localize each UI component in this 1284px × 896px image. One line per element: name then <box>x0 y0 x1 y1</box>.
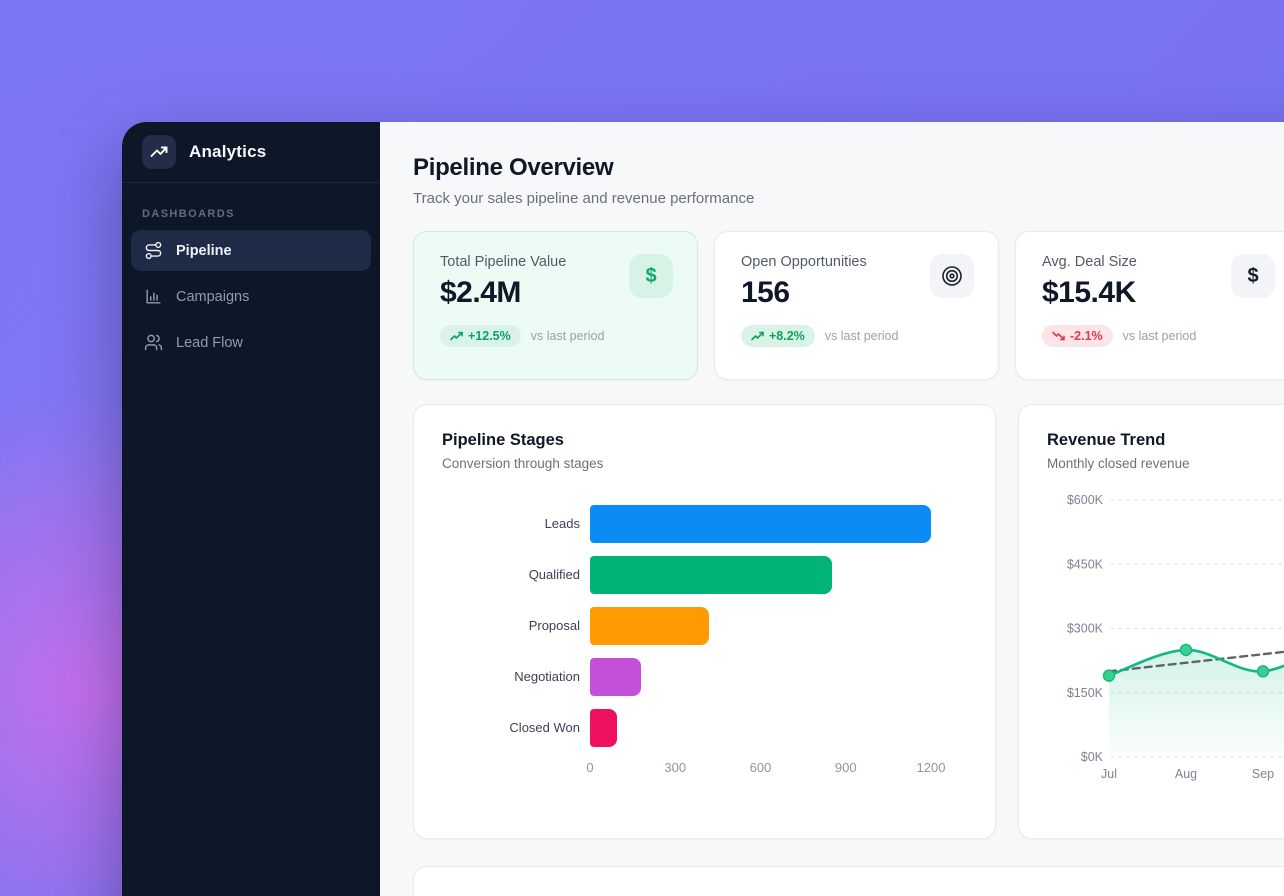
sidebar-logo-row: Analytics <box>122 122 380 183</box>
sidebar-item-lead-flow[interactable]: Lead Flow <box>131 322 371 363</box>
revenue-trend-card: Revenue Trend Monthly closed revenue $60… <box>1018 404 1284 839</box>
x-tick-label: Sep <box>1252 767 1274 781</box>
bar-track <box>590 505 935 543</box>
target-icon <box>930 254 974 298</box>
bar-row: Proposal <box>442 607 967 645</box>
data-point-aug[interactable] <box>1181 644 1192 655</box>
y-tick-label: $450K <box>1067 557 1104 571</box>
bar-proposal[interactable] <box>590 607 709 645</box>
chart-subtitle: Conversion through stages <box>442 456 967 471</box>
y-tick-label: $600K <box>1067 493 1104 507</box>
sidebar-item-label: Pipeline <box>176 243 232 259</box>
sidebar-item-label: Campaigns <box>176 289 249 305</box>
app-title: Analytics <box>189 142 266 162</box>
sidebar-item-campaigns[interactable]: Campaigns <box>131 276 371 317</box>
trending-up-icon <box>450 331 463 341</box>
sidebar-nav: Pipeline Campaigns Lead Flow <box>122 230 380 368</box>
y-tick-label: $300K <box>1067 622 1104 636</box>
bar-track <box>590 607 935 645</box>
bar-track <box>590 556 935 594</box>
page-title: Pipeline Overview <box>413 154 1284 182</box>
dollar-icon: $ <box>1231 254 1275 298</box>
charts-row: Pipeline Stages Conversion through stage… <box>413 404 1284 839</box>
bottom-card-partial <box>413 866 1284 896</box>
x-tick-label: 1200 <box>917 760 946 775</box>
page-subtitle: Track your sales pipeline and revenue pe… <box>413 190 1284 207</box>
bar-category-label: Negotiation <box>442 669 590 686</box>
trending-down-icon <box>1052 331 1065 341</box>
bar-row: Qualified <box>442 556 967 594</box>
bar-negotiation[interactable] <box>590 658 641 696</box>
trending-up-icon <box>150 143 168 161</box>
pipeline-stages-bar-chart: Leads Qualified Proposal Negotiation Closed … <box>442 505 967 778</box>
chart-title: Revenue Trend <box>1047 431 1284 450</box>
y-tick-label: $0K <box>1081 750 1104 764</box>
analytics-logo <box>142 135 176 169</box>
x-tick-label: Jul <box>1101 767 1117 781</box>
bar-track <box>590 658 935 696</box>
sidebar-item-pipeline[interactable]: Pipeline <box>131 230 371 271</box>
kpi-card-avg-deal-size: Avg. Deal Size $15.4K $ -2.1% vs last pe… <box>1015 231 1284 380</box>
bar-row: Closed Won <box>442 709 967 747</box>
chart-subtitle: Monthly closed revenue <box>1047 456 1284 471</box>
sidebar-section-label: DASHBOARDS <box>142 208 360 220</box>
trending-up-icon <box>751 331 764 341</box>
kpi-card-open-opportunities: Open Opportunities 156 +8.2% vs last per… <box>714 231 999 380</box>
change-badge: +12.5% <box>440 325 521 347</box>
kpi-row: Total Pipeline Value $2.4M $ +12.5% vs l… <box>413 231 1284 380</box>
kpi-card-total-pipeline-value: Total Pipeline Value $2.4M $ +12.5% vs l… <box>413 231 698 380</box>
bar-track <box>590 709 935 747</box>
bar-category-label: Qualified <box>442 567 590 584</box>
bar-leads[interactable] <box>590 505 931 543</box>
bar-qualified[interactable] <box>590 556 832 594</box>
data-point-sep[interactable] <box>1258 666 1269 677</box>
x-tick-label: 600 <box>750 760 772 775</box>
revenue-trend-line-chart: $600K $450K $300K $150K $0K Jul Aug Sep <box>1047 479 1284 791</box>
route-icon <box>144 241 163 260</box>
change-badge: +8.2% <box>741 325 815 347</box>
x-tick-label: 300 <box>664 760 686 775</box>
dollar-icon: $ <box>629 254 673 298</box>
bar-row: Leads <box>442 505 967 543</box>
compare-label: vs last period <box>825 329 899 343</box>
main-content: Pipeline Overview Track your sales pipel… <box>380 122 1284 896</box>
bar-category-label: Proposal <box>442 618 590 635</box>
change-badge: -2.1% <box>1042 325 1113 347</box>
data-point-jul[interactable] <box>1104 670 1115 681</box>
bar-category-label: Leads <box>442 516 590 533</box>
bar-category-label: Closed Won <box>442 720 590 737</box>
chart-title: Pipeline Stages <box>442 431 967 450</box>
compare-label: vs last period <box>1123 329 1197 343</box>
bar-row: Negotiation <box>442 658 967 696</box>
x-tick-label: 0 <box>586 760 593 775</box>
x-tick-label: 900 <box>835 760 857 775</box>
bar-chart-x-axis: 03006009001200 <box>590 760 935 778</box>
bar-closed-won[interactable] <box>590 709 617 747</box>
sidebar-item-label: Lead Flow <box>176 335 243 351</box>
x-tick-label: Aug <box>1175 767 1197 781</box>
app-window: Analytics DASHBOARDS Pipeline Campaigns <box>122 122 1284 896</box>
bar-chart-icon <box>144 287 163 306</box>
compare-label: vs last period <box>531 329 605 343</box>
sidebar: Analytics DASHBOARDS Pipeline Campaigns <box>122 122 380 896</box>
users-icon <box>144 333 163 352</box>
pipeline-stages-card: Pipeline Stages Conversion through stage… <box>413 404 996 839</box>
y-tick-label: $150K <box>1067 686 1104 700</box>
